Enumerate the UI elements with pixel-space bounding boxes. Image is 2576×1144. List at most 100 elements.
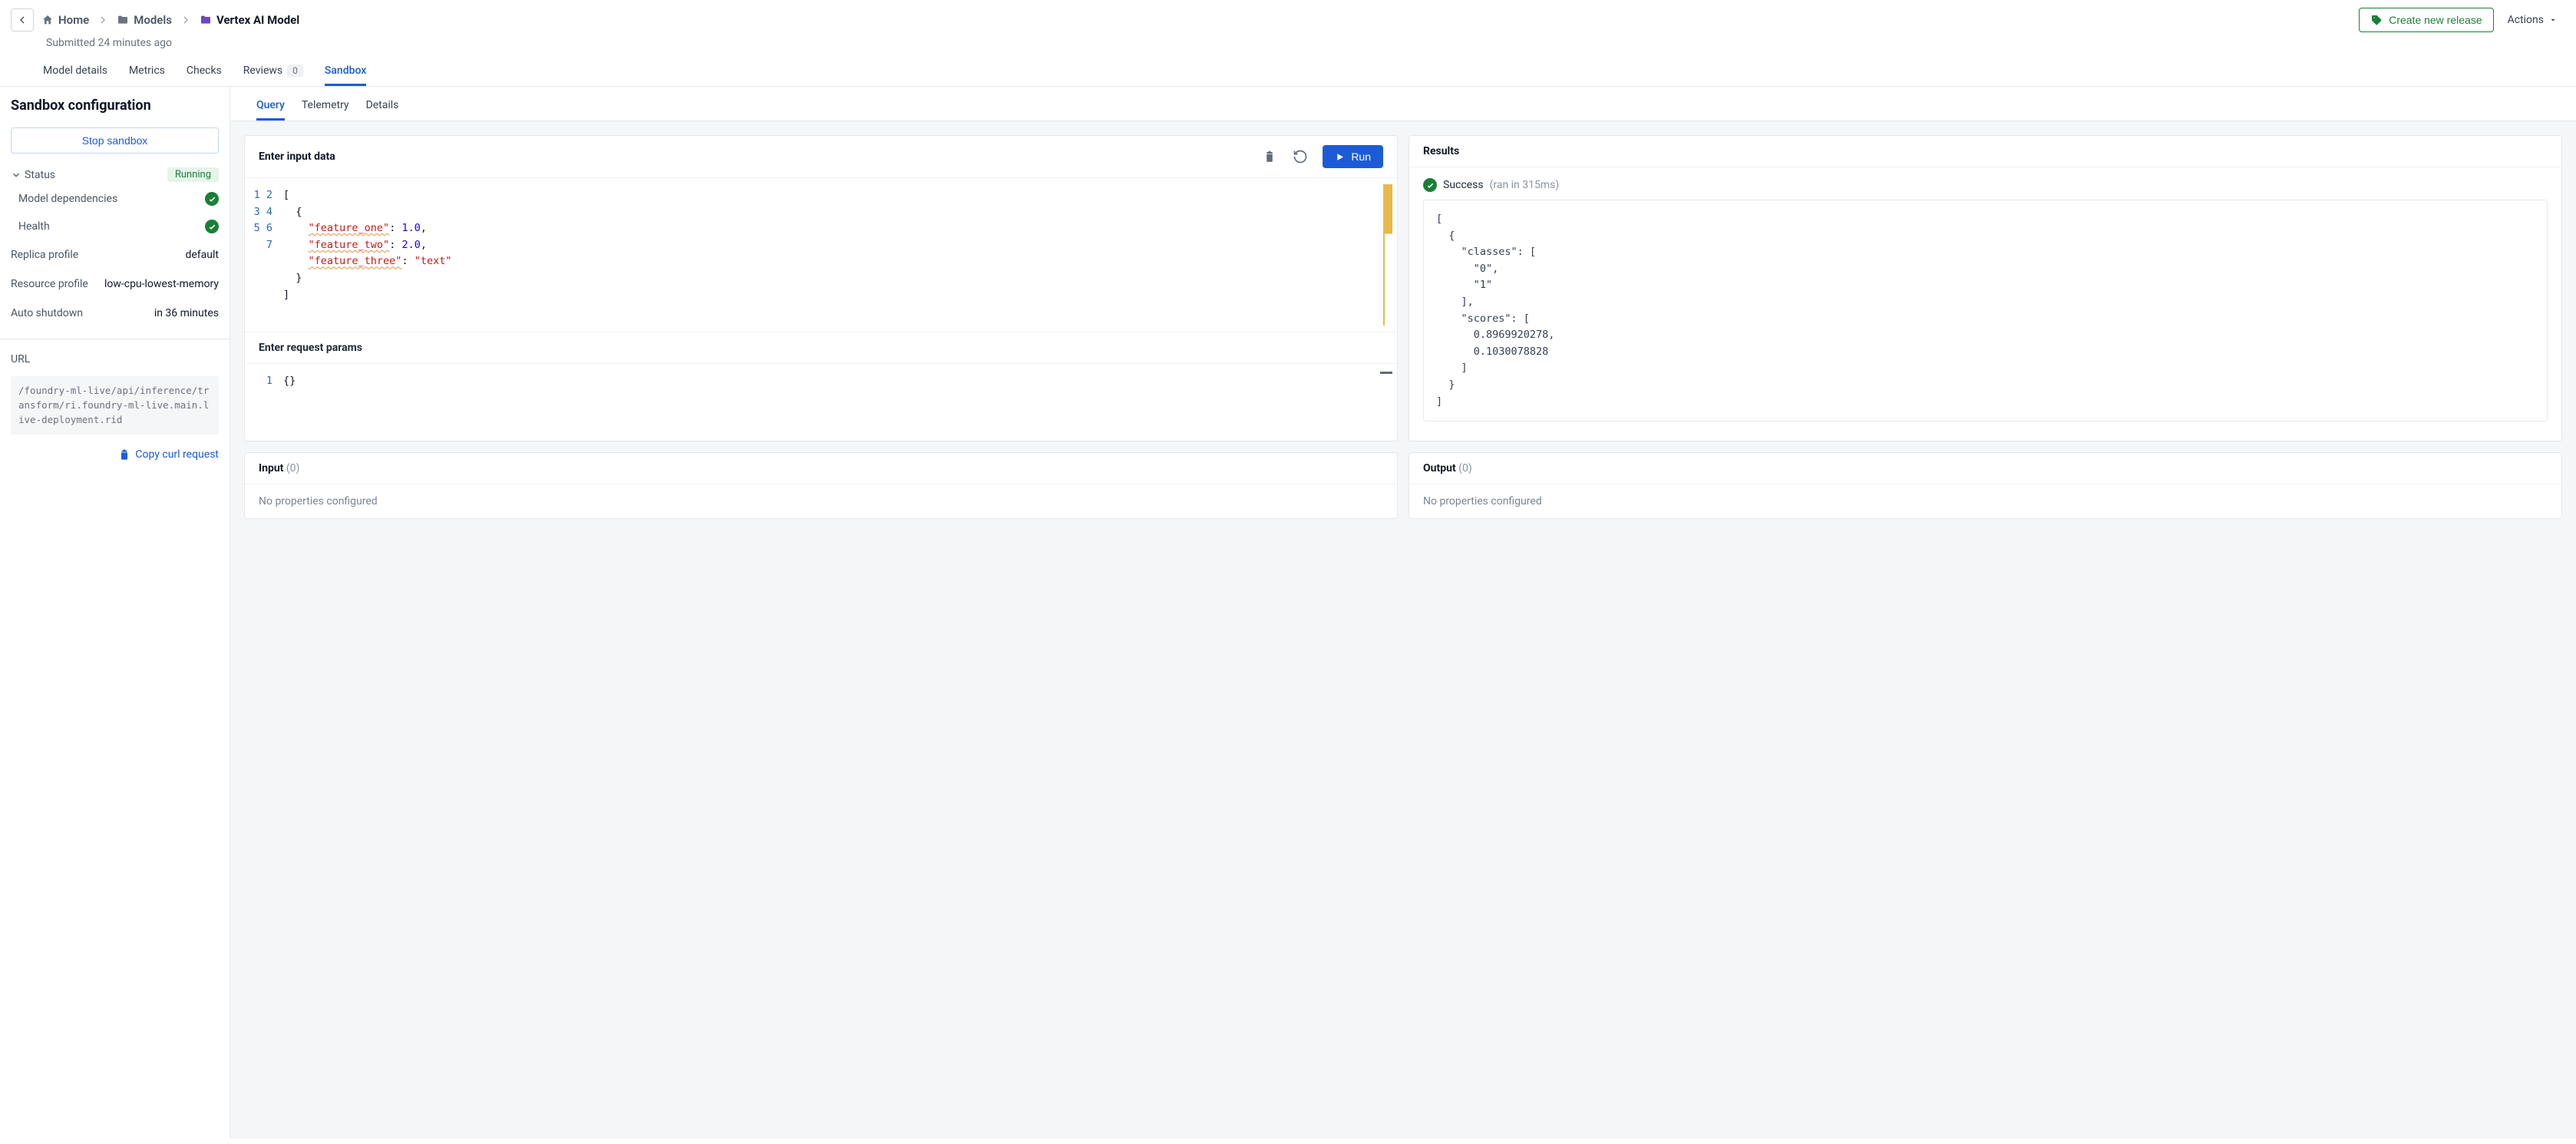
create-release-label: Create new release: [2389, 14, 2482, 26]
auto-shutdown-value: in 36 minutes: [154, 307, 219, 319]
input-none-msg: No properties configured: [245, 484, 1397, 518]
ran-time: (ran in 315ms): [1490, 179, 1560, 191]
reviews-count-badge: 0: [287, 64, 303, 77]
output-none-msg: No properties configured: [1409, 484, 2561, 518]
refresh-icon: [1293, 149, 1308, 164]
chevron-right-icon: [180, 14, 192, 26]
sub-tabs: Query Telemetry Details: [230, 87, 2576, 121]
output-properties-header: Output (0): [1409, 453, 2561, 484]
chevron-down-icon: [11, 170, 21, 180]
tab-checks[interactable]: Checks: [187, 57, 222, 86]
params-gutter: 1: [245, 364, 283, 441]
reset-button[interactable]: [1292, 148, 1309, 165]
line-gutter: 1 2 3 4 5 6 7: [245, 178, 283, 332]
workspace: Sandbox configuration Stop sandbox Statu…: [0, 87, 2576, 1139]
params-body[interactable]: {}: [283, 364, 1397, 441]
url-label: URL: [11, 353, 219, 365]
tab-sandbox[interactable]: Sandbox: [325, 57, 366, 86]
results-body: Success (ran in 315ms) [ { "classes": [ …: [1409, 167, 2561, 437]
tab-model-details[interactable]: Model details: [43, 57, 107, 86]
results-json: [ { "classes": [ "0", "1" ], "scores": […: [1423, 200, 2548, 422]
breadcrumb-models[interactable]: Models: [117, 13, 172, 27]
subtab-details[interactable]: Details: [366, 96, 399, 121]
breadcrumb-home[interactable]: Home: [41, 13, 89, 27]
code-body[interactable]: [ { "feature_one": 1.0, "feature_two": 2…: [283, 178, 1383, 332]
resource-profile-label: Resource profile: [11, 278, 88, 290]
running-badge: Running: [167, 167, 219, 182]
results-header: Results: [1409, 136, 2561, 167]
tag-icon: [2370, 14, 2383, 26]
request-params-title: Enter request params: [259, 342, 362, 354]
editor-minimap[interactable]: [1383, 184, 1392, 326]
input-label: Input: [259, 462, 283, 474]
tab-reviews[interactable]: Reviews 0: [243, 57, 303, 86]
breadcrumb-current-label: Vertex AI Model: [216, 13, 299, 27]
breadcrumb-current[interactable]: Vertex AI Model: [200, 13, 299, 27]
create-release-button[interactable]: Create new release: [2359, 8, 2493, 32]
replica-profile-value: default: [185, 249, 219, 261]
clipboard-button[interactable]: [1261, 148, 1278, 165]
success-row: Success (ran in 315ms): [1423, 178, 2548, 192]
back-button[interactable]: [11, 8, 34, 31]
check-circle-icon: [1423, 178, 1437, 192]
input-data-panel: Enter input data Run: [244, 135, 1398, 441]
status-label: Status: [25, 169, 55, 181]
status-toggle[interactable]: Status Running: [11, 167, 219, 182]
output-label: Output: [1423, 462, 1456, 474]
run-button[interactable]: Run: [1323, 145, 1383, 168]
folder-icon: [117, 14, 129, 26]
chevron-right-icon: [97, 14, 109, 26]
editor-minimap[interactable]: [1380, 372, 1392, 374]
topbar: Home Models Vertex AI Model Create new r…: [0, 0, 2576, 32]
input-panel-title: Enter input data: [259, 150, 335, 163]
play-icon: [1335, 152, 1345, 162]
success-label: Success: [1443, 179, 1484, 191]
replica-profile-label: Replica profile: [11, 249, 78, 261]
auto-shutdown-row: Auto shutdown in 36 minutes: [11, 302, 219, 325]
submitted-text: Submitted 24 minutes ago: [0, 32, 2576, 57]
input-count: (0): [286, 462, 300, 474]
caret-down-icon: [2548, 15, 2558, 25]
request-params-header: Enter request params: [245, 332, 1397, 364]
input-panel-header: Enter input data Run: [245, 136, 1397, 178]
url-value: /foundry-ml-live/api/inference/transform…: [11, 376, 219, 435]
breadcrumb-home-label: Home: [58, 13, 89, 27]
subtab-query[interactable]: Query: [256, 96, 285, 121]
results-title: Results: [1423, 145, 1459, 157]
arrow-left-icon: [16, 14, 28, 26]
home-icon: [41, 14, 54, 26]
top-actions: Create new release Actions: [2359, 8, 2561, 32]
subtab-telemetry[interactable]: Telemetry: [302, 96, 349, 121]
check-circle-icon: [205, 220, 219, 233]
panels-grid: Enter input data Run: [230, 121, 2576, 533]
resource-profile-row: Resource profile low-cpu-lowest-memory: [11, 273, 219, 296]
replica-profile-row: Replica profile default: [11, 243, 219, 266]
status-model-deps: Model dependencies: [11, 188, 219, 210]
health-label: Health: [18, 220, 50, 233]
actions-dropdown[interactable]: Actions: [2505, 9, 2561, 31]
sidebar-title: Sandbox configuration: [11, 98, 219, 114]
resource-profile-value: low-cpu-lowest-memory: [104, 278, 219, 290]
output-count: (0): [1458, 462, 1472, 474]
copy-curl-button[interactable]: Copy curl request: [11, 448, 219, 461]
stop-sandbox-button[interactable]: Stop sandbox: [11, 127, 219, 154]
input-properties-panel: Input (0) No properties configured: [244, 452, 1398, 519]
auto-shutdown-label: Auto shutdown: [11, 307, 83, 319]
clipboard-icon: [1263, 150, 1276, 164]
tab-reviews-label: Reviews: [243, 64, 282, 77]
breadcrumb: Home Models Vertex AI Model: [11, 8, 299, 31]
tab-metrics[interactable]: Metrics: [129, 57, 165, 86]
content-area: Query Telemetry Details Enter input data: [230, 87, 2576, 1139]
sidebar: Sandbox configuration Stop sandbox Statu…: [0, 87, 230, 1139]
results-panel: Results Success (ran in 315ms) [ { "clas…: [1409, 135, 2562, 441]
code-editor[interactable]: 1 2 3 4 5 6 7 [ { "feature_one": 1.0, "f…: [245, 178, 1397, 332]
copy-curl-label: Copy curl request: [135, 448, 219, 461]
clipboard-icon: [118, 448, 130, 461]
input-properties-header: Input (0): [245, 453, 1397, 484]
breadcrumb-models-label: Models: [134, 13, 172, 27]
output-properties-panel: Output (0) No properties configured: [1409, 452, 2562, 519]
status-health: Health: [11, 216, 219, 237]
params-editor[interactable]: 1 {}: [245, 364, 1397, 441]
main-tabs: Model details Metrics Checks Reviews 0 S…: [0, 57, 2576, 87]
actions-label: Actions: [2508, 14, 2544, 26]
